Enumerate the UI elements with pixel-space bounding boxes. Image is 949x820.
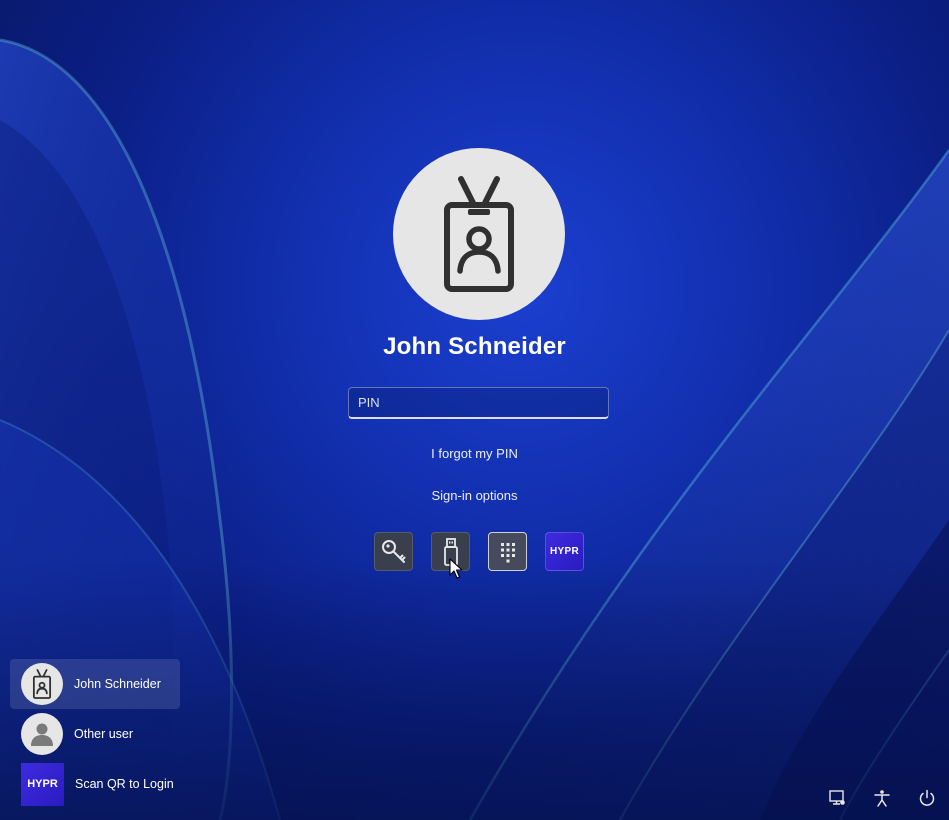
- user-tile-scan-qr[interactable]: HYPR Scan QR to Login: [10, 759, 180, 809]
- user-tile-label: John Schneider: [74, 677, 161, 691]
- user-tile-label: Other user: [74, 727, 134, 741]
- user-tile-other-user[interactable]: Other user: [10, 709, 180, 759]
- user-display-name: John Schneider: [383, 333, 566, 360]
- pin-pad-icon: [500, 542, 515, 562]
- hypr-logo: HYPR: [21, 762, 64, 806]
- id-badge-icon: [32, 669, 52, 699]
- accessibility-icon: [874, 790, 890, 807]
- sign-in-options-row: Sign-in options: [0, 488, 949, 503]
- lock-screen: John Schneider I forgot my PIN Sign-in o…: [0, 0, 949, 820]
- generic-user-icon: [31, 723, 53, 746]
- user-avatar: [393, 148, 565, 320]
- pin-input[interactable]: [348, 387, 609, 419]
- pin-option-button[interactable]: [488, 532, 527, 571]
- network-icon: [829, 790, 845, 805]
- user-tile-avatar: [21, 713, 63, 755]
- password-option-button[interactable]: [374, 532, 413, 571]
- sign-in-options-bar: HYPR: [374, 532, 584, 571]
- id-badge-icon: [444, 176, 514, 292]
- hypr-option-button[interactable]: HYPR: [545, 532, 584, 571]
- system-tray: [827, 788, 937, 808]
- user-tile-avatar: [21, 663, 63, 705]
- user-switcher-list: John Schneider Other user HYPR Scan QR t…: [10, 659, 180, 809]
- sign-in-options-link[interactable]: Sign-in options: [432, 488, 518, 503]
- power-icon: [919, 789, 935, 806]
- forgot-pin-link[interactable]: I forgot my PIN: [431, 446, 518, 461]
- forgot-pin-row: I forgot my PIN: [0, 446, 949, 461]
- hypr-logo-text: HYPR: [27, 778, 58, 790]
- user-tile-john-schneider[interactable]: John Schneider: [10, 659, 180, 709]
- power-button[interactable]: [917, 788, 937, 808]
- user-tile-label: Scan QR to Login: [75, 777, 174, 791]
- accessibility-button[interactable]: [872, 788, 892, 808]
- mouse-cursor-icon: [449, 558, 463, 579]
- hypr-logo: HYPR: [550, 546, 579, 557]
- key-icon: [381, 539, 405, 563]
- network-button[interactable]: [827, 788, 847, 808]
